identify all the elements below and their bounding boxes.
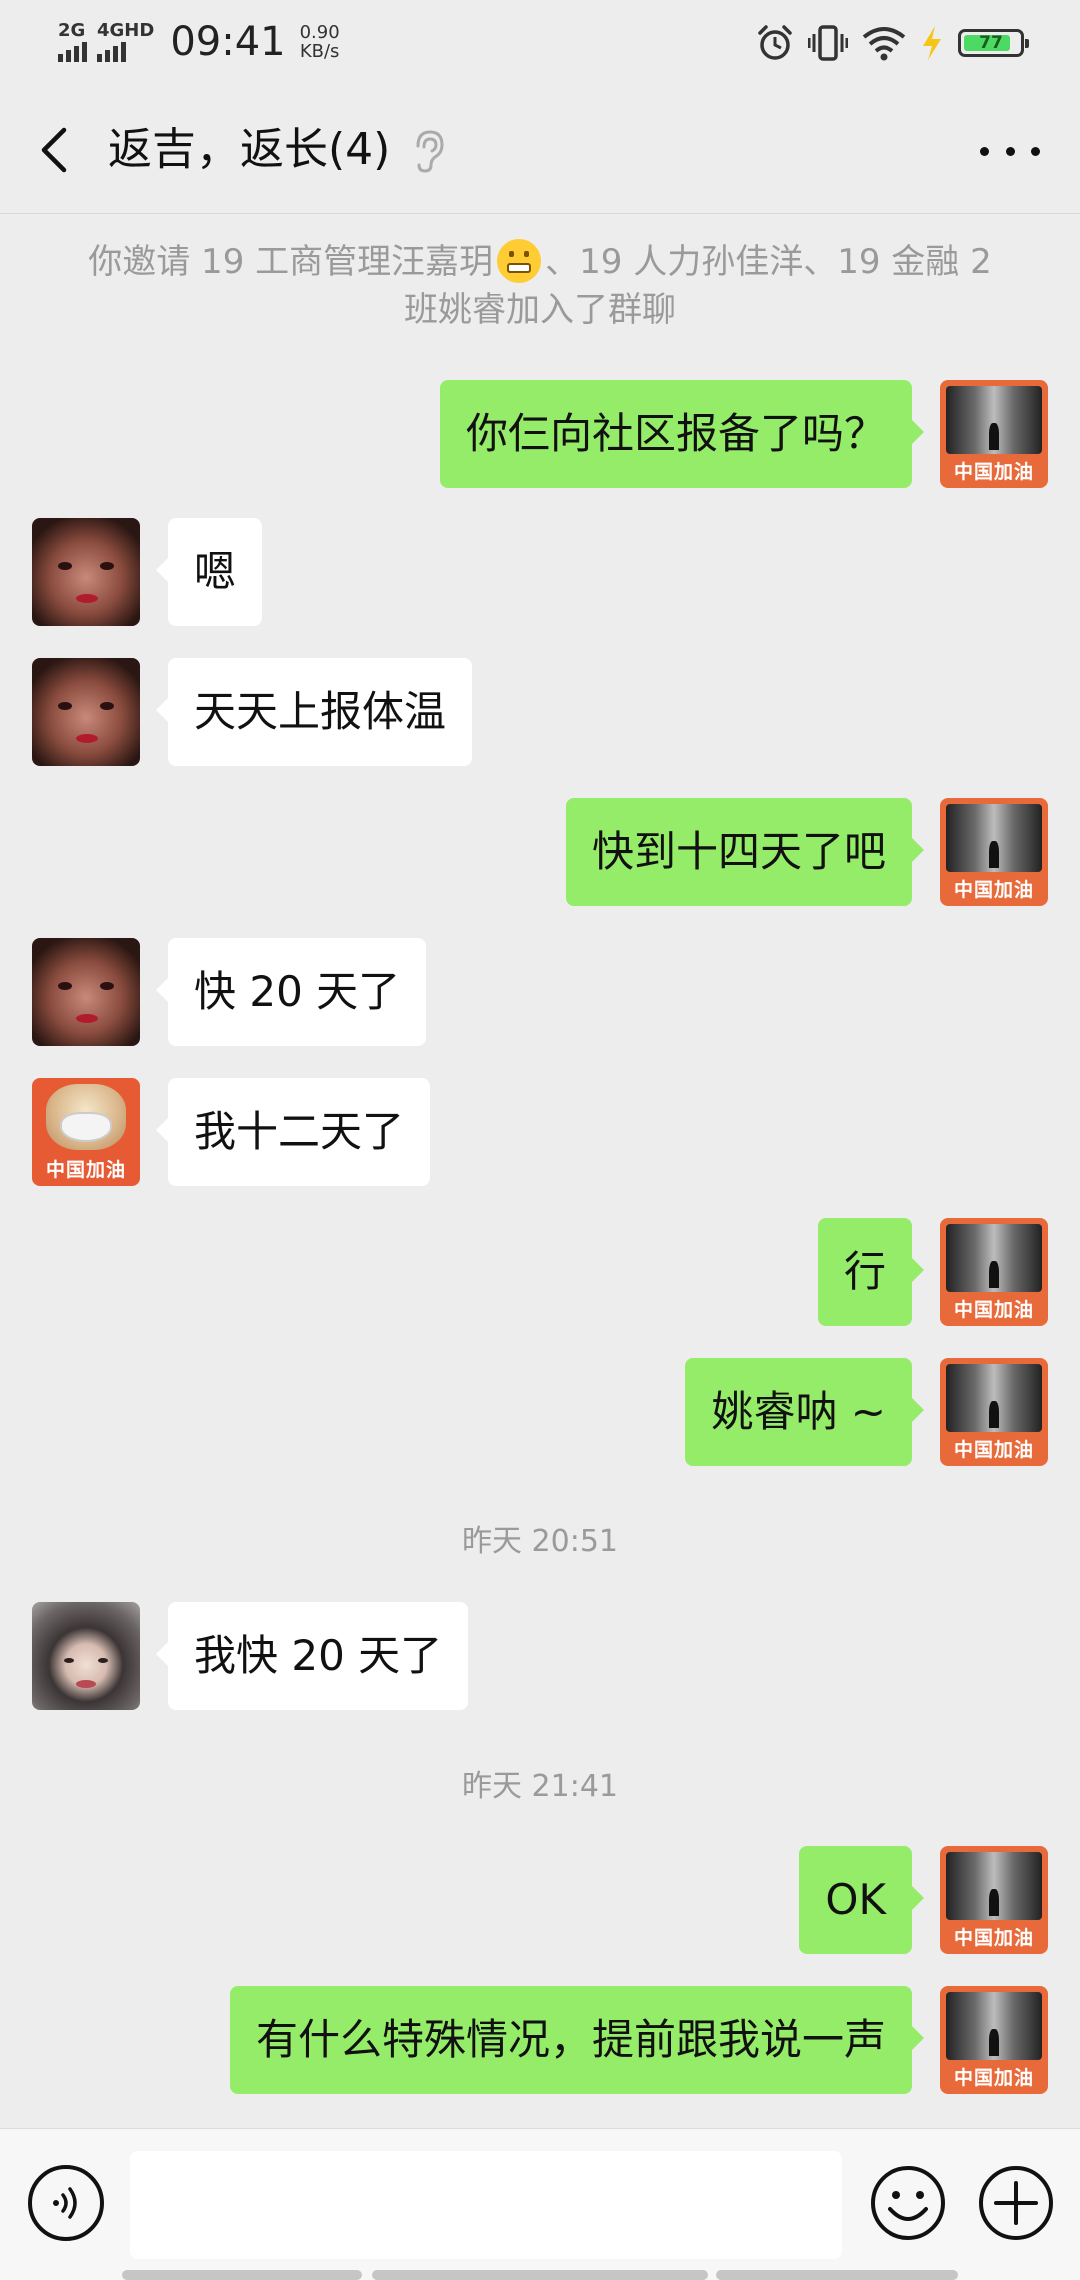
my-avatar[interactable]: 中国加油 [940,1218,1048,1326]
alarm-icon [758,25,792,60]
chevron-left-icon [41,127,67,173]
message-row: 姚睿呐 ~ 中国加油 [0,1358,1080,1466]
system-message: 你邀请 19 工商管理汪嘉玥 、19 人力孙佳洋、19 金融 2 班姚睿加入了群聊 [80,238,1000,334]
member-avatar[interactable] [32,938,140,1046]
message-row: 你仨向社区报备了吗？ 中国加油 [0,380,1080,488]
more-icon[interactable] [980,128,1040,174]
message-row: 快到十四天了吧 中国加油 [0,798,1080,906]
my-message-bubble[interactable]: 你仨向社区报备了吗？ [439,380,925,488]
emoji-icon[interactable] [868,2163,948,2243]
status-bar: 2G 4GHD 09:41 0.90 KB/s 77 [0,0,1080,84]
their-message-bubble[interactable]: 我快 20 天了 [155,1602,469,1710]
message-row: 快 20 天了 [0,938,1080,1046]
member-avatar[interactable] [32,658,140,766]
vibrate-icon [808,25,848,61]
nav-indicator [122,2270,362,2280]
voice-icon [53,2187,77,2219]
charging-icon [923,26,941,60]
battery-icon: 77 [958,29,1029,57]
message-row: 我快 20 天了 [0,1602,1080,1710]
chat-title[interactable]: 返吉，返长(4) [108,118,390,182]
nav-indicator [372,2270,708,2280]
signal-4g-icon: 4GHD [97,22,154,62]
message-timestamp: 昨天 20:51 [462,1524,618,1559]
message-row: 有什么特殊情况，提前跟我说一声 中国加油 [0,1986,1080,2094]
their-message-bubble[interactable]: 天天上报体温 [155,658,473,766]
clock: 09:41 [170,19,286,65]
my-message-bubble[interactable]: 快到十四天了吧 [565,798,925,906]
message-row: 天天上报体温 [0,658,1080,766]
nav-indicator [716,2270,958,2280]
member-avatar[interactable] [32,518,140,626]
network-speed: 0.90 KB/s [299,22,340,62]
ear-icon [416,130,444,173]
my-message-bubble[interactable]: 姚睿呐 ~ [685,1358,924,1466]
message-row: 嗯 [0,518,1080,626]
message-row: 行 中国加油 [0,1218,1080,1326]
voice-button[interactable] [28,2165,104,2241]
message-input[interactable] [130,2151,842,2259]
my-avatar[interactable]: 中国加油 [940,380,1048,488]
message-row: OK 中国加油 [0,1846,1080,1954]
their-message-bubble[interactable]: 快 20 天了 [155,938,427,1046]
my-avatar[interactable]: 中国加油 [940,1986,1048,2094]
my-avatar[interactable]: 中国加油 [940,798,1048,906]
their-message-bubble[interactable]: 我十二天了 [155,1078,431,1186]
wifi-icon [862,27,906,61]
my-message-bubble[interactable]: OK [799,1846,924,1954]
chat-header: 返吉，返长(4) [0,84,1080,214]
message-timestamp: 昨天 21:41 [462,1769,618,1804]
back-button[interactable] [28,118,78,182]
input-bar [0,2128,1080,2280]
plus-icon[interactable] [976,2163,1056,2243]
my-message-bubble[interactable]: 有什么特殊情况，提前跟我说一声 [229,1986,925,2094]
my-avatar[interactable]: 中国加油 [940,1846,1048,1954]
my-message-bubble[interactable]: 行 [817,1218,925,1326]
my-avatar[interactable]: 中国加油 [940,1358,1048,1466]
message-row: 中国加油 我十二天了 [0,1078,1080,1186]
member-avatar[interactable]: 中国加油 [32,1078,140,1186]
member-avatar[interactable] [32,1602,140,1710]
grimacing-emoji-icon [497,239,542,283]
signal-2g-icon: 2G [58,22,87,62]
their-message-bubble[interactable]: 嗯 [155,518,263,626]
